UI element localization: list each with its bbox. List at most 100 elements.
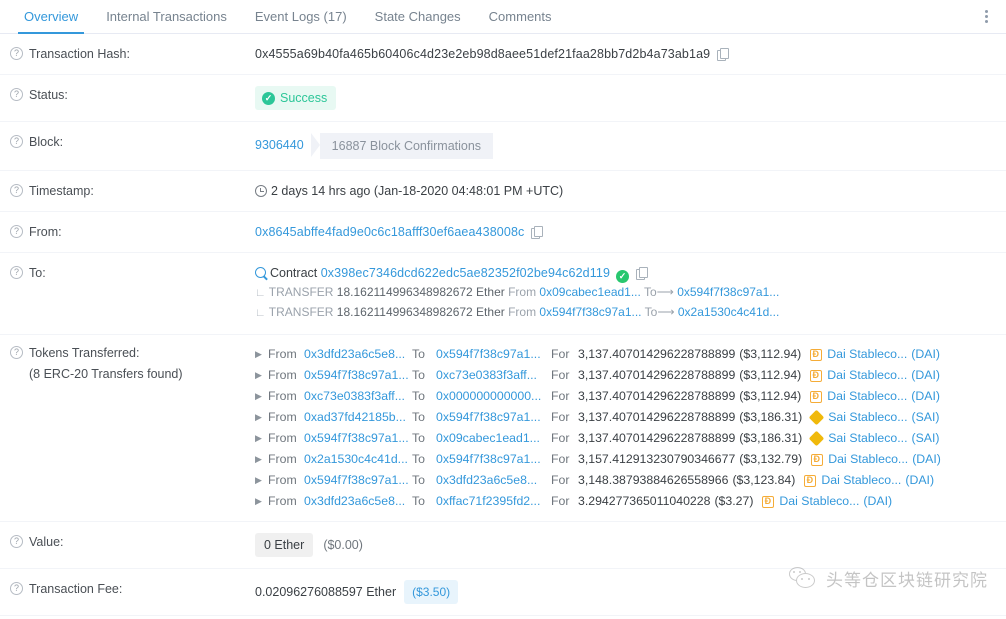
tab-state-changes[interactable]: State Changes: [361, 0, 475, 33]
transfer-to-link[interactable]: 0x2a1530c4c41d...: [678, 305, 779, 319]
token-from-link[interactable]: 0x3dfd23a6c5e8...: [304, 491, 412, 512]
from-word: From: [268, 410, 297, 424]
expand-caret-icon[interactable]: ▶: [255, 344, 263, 365]
token-to-link[interactable]: 0x594f7f38c97a1...: [436, 449, 551, 470]
token-from-link[interactable]: 0x594f7f38c97a1...: [304, 470, 412, 491]
tokens-count-text: (8 ERC-20 Transfers found): [29, 367, 183, 381]
row-value: 0x4555a69b40fa465b60406c4d23e2eb98d8aee5…: [255, 45, 996, 63]
token-identity[interactable]: Đ Dai Stableco... (DAI): [809, 386, 940, 407]
help-icon[interactable]: ?: [10, 266, 23, 279]
from-word: From: [508, 305, 537, 319]
expand-caret-icon[interactable]: ▶: [255, 365, 263, 386]
token-from-link[interactable]: 0x594f7f38c97a1...: [304, 365, 412, 386]
help-icon[interactable]: ?: [10, 346, 23, 359]
copy-icon[interactable]: [636, 267, 649, 280]
row-value: 9306440 16887 Block Confirmations: [255, 133, 996, 159]
row-transaction-hash: ? Transaction Hash: 0x4555a69b40fa465b60…: [0, 34, 1006, 75]
expand-caret-icon[interactable]: ▶: [255, 386, 263, 407]
copy-icon[interactable]: [531, 226, 544, 239]
expand-caret-icon[interactable]: ▶: [255, 428, 263, 449]
row-value: 0 Ether ($0.00): [255, 533, 996, 557]
expand-caret-icon[interactable]: ▶: [255, 449, 263, 470]
help-icon[interactable]: ?: [10, 582, 23, 595]
token-amount: 3.294277365011040228: [578, 494, 711, 508]
magnifier-icon[interactable]: [255, 267, 266, 278]
token-identity[interactable]: Đ Dai Stableco... (DAI): [809, 365, 940, 386]
block-number-link[interactable]: 9306440: [255, 133, 314, 159]
help-icon[interactable]: ?: [10, 184, 23, 197]
token-identity[interactable]: Đ Dai Stableco... (DAI): [803, 470, 934, 491]
tab-label: Comments: [488, 9, 552, 24]
transfer-from-link[interactable]: 0x594f7f38c97a1...: [539, 305, 641, 319]
token-name: Sai Stableco...: [828, 431, 908, 445]
token-from-link[interactable]: 0xad37fd42185b...: [304, 407, 412, 428]
token-to-link[interactable]: 0x000000000000...: [436, 386, 551, 407]
token-usd-value: ($3,112.94): [739, 389, 802, 403]
label-text: Block:: [29, 135, 64, 149]
label-text: Value:: [29, 535, 64, 549]
help-icon[interactable]: ?: [10, 88, 23, 101]
branch-icon: ∟: [255, 287, 266, 299]
transfer-to-link[interactable]: 0x594f7f38c97a1...: [677, 285, 779, 299]
token-from-link[interactable]: 0xc73e0383f3aff...: [304, 386, 412, 407]
block-group: 9306440 16887 Block Confirmations: [255, 133, 494, 159]
row-from: ? From: 0x8645abffe4fad9e0c6c18afff30ef6…: [0, 212, 1006, 253]
arrow-right-icon: ⟶: [657, 305, 675, 319]
token-to-link[interactable]: 0x3dfd23a6c5e8...: [436, 470, 551, 491]
token-identity[interactable]: Đ Dai Stableco... (DAI): [810, 449, 941, 470]
token-identity[interactable]: Đ Dai Stableco... (DAI): [761, 491, 892, 512]
dai-token-icon: Đ: [809, 369, 822, 382]
contract-address-link[interactable]: 0x398ec7346dcd622edc5ae82352f02be94c62d1…: [321, 266, 610, 280]
token-to-link[interactable]: 0x09cabec1ead1...: [436, 428, 551, 449]
label-text: Status:: [29, 88, 68, 102]
help-icon[interactable]: ?: [10, 535, 23, 548]
verified-check-icon: ✓: [616, 270, 630, 283]
tab-comments[interactable]: Comments: [475, 0, 566, 33]
expand-caret-icon[interactable]: ▶: [255, 470, 263, 491]
label-text: Transaction Hash:: [29, 47, 130, 61]
help-icon[interactable]: ?: [10, 47, 23, 60]
token-identity[interactable]: Đ Dai Stableco... (DAI): [809, 344, 940, 365]
transfer-from-link[interactable]: 0x09cabec1ead1...: [539, 285, 640, 299]
token-to-link[interactable]: 0xffac71f2395fd2...: [436, 491, 551, 512]
token-amount: 3,137.407014296228788899: [578, 410, 736, 424]
to-word: To: [643, 285, 657, 299]
token-to-link[interactable]: 0xc73e0383f3aff...: [436, 365, 551, 386]
check-circle-icon: ✓: [262, 91, 275, 105]
token-from-link[interactable]: 0x2a1530c4c41d...: [304, 449, 412, 470]
transfer-tag: TRANSFER: [268, 305, 334, 319]
tab-event-logs[interactable]: Event Logs (17): [241, 0, 361, 33]
token-symbol: (DAI): [911, 347, 940, 361]
help-icon[interactable]: ?: [10, 135, 23, 148]
token-to-link[interactable]: 0x594f7f38c97a1...: [436, 344, 551, 365]
row-label: ? Value:: [10, 533, 255, 551]
tab-internal-transactions[interactable]: Internal Transactions: [92, 0, 241, 33]
value-usd: ($0.00): [323, 538, 363, 552]
copy-icon[interactable]: [717, 48, 730, 61]
expand-caret-icon[interactable]: ▶: [255, 407, 263, 428]
from-word: From: [268, 389, 297, 403]
to-word: To: [412, 410, 425, 424]
token-from-link[interactable]: 0x594f7f38c97a1...: [304, 428, 412, 449]
status-badge: ✓ Success: [255, 86, 337, 110]
tab-overview[interactable]: Overview: [10, 0, 92, 34]
transfer-amount: 18.162114996348982672 Ether: [336, 305, 505, 319]
kebab-menu-icon[interactable]: [978, 9, 994, 25]
dai-token-icon: Đ: [809, 348, 822, 361]
expand-caret-icon[interactable]: ▶: [255, 491, 263, 512]
token-transfer-row: ▶ From 0x3dfd23a6c5e8... To 0x594f7f38c97a1.…: [255, 344, 996, 365]
row-label: ? Status:: [10, 86, 255, 104]
from-address-link[interactable]: 0x8645abffe4fad9e0c6c18afff30ef6aea43800…: [255, 225, 524, 239]
help-icon[interactable]: ?: [10, 225, 23, 238]
token-identity[interactable]: Sai Stableco... (SAI): [808, 407, 940, 428]
token-from-link[interactable]: 0x3dfd23a6c5e8...: [304, 344, 412, 365]
sai-token-icon: [808, 430, 825, 447]
token-usd-value: ($3,112.94): [739, 368, 802, 382]
to-word: To: [412, 473, 425, 487]
token-usd-value: ($3.27): [714, 494, 754, 508]
token-to-link[interactable]: 0x594f7f38c97a1...: [436, 407, 551, 428]
to-word: To: [412, 389, 425, 403]
from-word: From: [268, 368, 297, 382]
token-identity[interactable]: Sai Stableco... (SAI): [808, 428, 940, 449]
row-label: ? Timestamp:: [10, 182, 255, 200]
